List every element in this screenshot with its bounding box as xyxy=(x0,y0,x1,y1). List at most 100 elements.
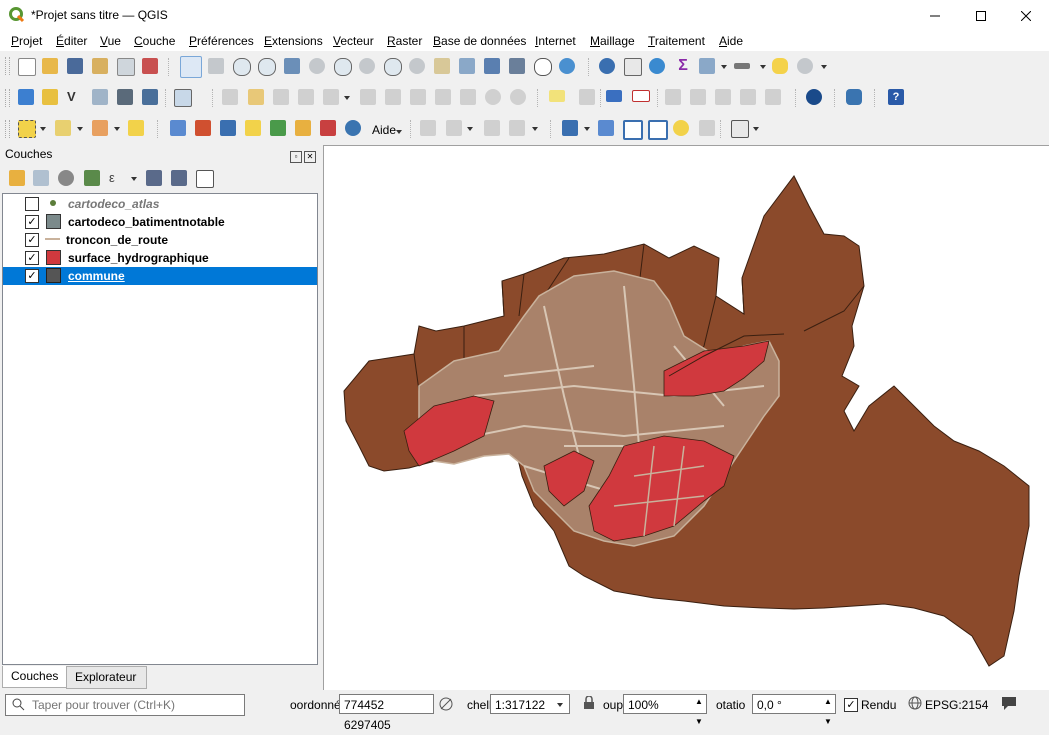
scale-combobox[interactable]: 1:317122 xyxy=(490,694,570,714)
modify-attributes-icon[interactable] xyxy=(360,89,376,105)
processing-toolbox-icon[interactable] xyxy=(649,58,665,74)
chevron-down-icon[interactable] xyxy=(821,65,827,69)
close-panel-icon[interactable]: ✕ xyxy=(304,151,316,163)
chevron-down-icon[interactable] xyxy=(131,177,137,181)
expand-all-icon[interactable] xyxy=(146,170,162,186)
new-bookmark-icon[interactable] xyxy=(484,58,500,74)
open-attribute-table-icon[interactable] xyxy=(624,58,642,76)
delete-selected-icon[interactable] xyxy=(385,89,401,105)
show-bookmarks-icon[interactable] xyxy=(509,58,525,74)
rotation-field[interactable]: 0,0 ° ▲ ▼ xyxy=(752,694,836,726)
add-delimited-text-icon[interactable] xyxy=(92,89,108,105)
split-features-icon[interactable] xyxy=(484,120,500,136)
layer-item-surface-hydrographique[interactable]: ✓ surface_hydrographique xyxy=(3,249,317,267)
messages-icon[interactable] xyxy=(1000,695,1018,711)
style-manager-icon[interactable] xyxy=(142,58,158,74)
lock-icon[interactable] xyxy=(583,696,595,710)
zoom-full-icon[interactable] xyxy=(284,58,300,74)
layer-item-commune[interactable]: ✓ commune xyxy=(3,267,317,285)
remove-layer-icon[interactable] xyxy=(196,170,214,188)
layer-visibility-checkbox[interactable] xyxy=(25,197,39,211)
chevron-down-icon[interactable] xyxy=(344,96,350,100)
zoom-out-icon[interactable] xyxy=(258,58,276,76)
chevron-down-icon[interactable] xyxy=(396,130,402,134)
layer-labeling-icon[interactable] xyxy=(579,89,595,105)
select-by-location-icon[interactable] xyxy=(128,120,144,136)
minimize-button[interactable] xyxy=(912,0,958,31)
statistics-icon[interactable] xyxy=(195,120,211,136)
layer-item-cartodeco-atlas[interactable]: cartodeco_atlas xyxy=(3,195,317,213)
text-tool-icon[interactable] xyxy=(731,120,749,138)
chevron-down-icon[interactable] xyxy=(467,127,473,131)
zoom-last-icon[interactable] xyxy=(384,58,402,76)
maximize-button[interactable] xyxy=(958,0,1004,31)
filter-legend-icon[interactable] xyxy=(84,170,100,186)
map-tips-icon[interactable] xyxy=(772,58,788,74)
chevron-down-icon[interactable] xyxy=(557,703,563,707)
chevron-down-icon[interactable] xyxy=(584,127,590,131)
add-virtual-layer-icon[interactable] xyxy=(174,89,192,107)
zoom-to-layer-icon[interactable] xyxy=(334,58,352,76)
add-vector-layer-icon[interactable]: V xyxy=(67,89,83,105)
show-hide-labels-icon[interactable] xyxy=(740,89,756,105)
menu-raster[interactable]: Raster xyxy=(387,34,422,48)
menu-editer[interactable]: Éditer xyxy=(56,34,87,48)
menu-projet[interactable]: Projet xyxy=(11,34,42,48)
chevron-down-icon[interactable] xyxy=(721,65,727,69)
deselect-features-icon[interactable] xyxy=(92,120,108,136)
redo-icon[interactable] xyxy=(510,89,526,105)
float-panel-icon[interactable]: ▫ xyxy=(290,151,302,163)
new-layer-icon[interactable] xyxy=(42,89,58,105)
text-format-icon[interactable] xyxy=(562,120,578,136)
pan-to-selection-icon[interactable] xyxy=(208,58,224,74)
text-annotation-icon[interactable] xyxy=(245,120,261,136)
form-annotation-icon[interactable] xyxy=(270,120,286,136)
globe-icon[interactable] xyxy=(806,89,822,105)
move-diagram-icon[interactable] xyxy=(765,89,781,105)
map-canvas[interactable] xyxy=(323,145,1049,691)
undo-icon[interactable] xyxy=(485,89,501,105)
spin-arrows-icon[interactable]: ▲ ▼ xyxy=(824,692,832,732)
refresh-icon[interactable] xyxy=(559,58,575,74)
zoom-to-selection-icon[interactable] xyxy=(309,58,325,74)
highlight-labels-icon[interactable] xyxy=(632,90,650,102)
star-icon[interactable] xyxy=(673,120,689,136)
menu-aide[interactable]: Aide xyxy=(719,34,743,48)
coordinate-field[interactable]: 774452 6297405 xyxy=(339,694,434,732)
zoom-next-icon[interactable] xyxy=(409,58,425,74)
menu-vecteur[interactable]: Vecteur xyxy=(333,34,374,48)
menu-internet[interactable]: Internet xyxy=(535,34,576,48)
zoom-in-icon[interactable] xyxy=(233,58,251,76)
change-label-icon[interactable] xyxy=(715,89,731,105)
chevron-down-icon[interactable] xyxy=(753,127,759,131)
layer-visibility-checkbox[interactable]: ✓ xyxy=(25,215,39,229)
new-project-icon[interactable] xyxy=(18,58,36,76)
style-panel-icon[interactable] xyxy=(9,170,25,186)
python-console-icon[interactable] xyxy=(846,89,862,105)
render-checkbox[interactable]: ✓ xyxy=(844,698,858,712)
data-source-manager-icon[interactable] xyxy=(18,89,34,105)
close-button[interactable] xyxy=(1003,0,1049,31)
digitize-icon[interactable] xyxy=(420,120,436,136)
label-tool-icon[interactable] xyxy=(549,90,565,102)
toolbar-grip[interactable] xyxy=(5,57,10,75)
add-feature-icon[interactable] xyxy=(298,89,314,105)
temporal-controller-icon[interactable] xyxy=(534,58,552,76)
svg-annotation-icon[interactable] xyxy=(320,120,336,136)
open-project-icon[interactable] xyxy=(42,58,58,74)
download-icon[interactable] xyxy=(345,120,361,136)
layer-item-troncon-de-route[interactable]: ✓ troncon_de_route xyxy=(3,231,317,249)
tab-explorateur[interactable]: Explorateur xyxy=(66,666,147,689)
pin-labels-icon[interactable] xyxy=(606,90,622,102)
menu-traitement[interactable]: Traitement xyxy=(648,34,705,48)
rotate-label-icon[interactable] xyxy=(690,89,706,105)
toolbar-grip[interactable] xyxy=(5,89,10,107)
toolbar-grip[interactable] xyxy=(5,120,10,138)
crs-button[interactable]: EPSG:2154 xyxy=(925,698,988,712)
chevron-down-icon[interactable] xyxy=(40,127,46,131)
menu-extensions[interactable]: Extensions xyxy=(264,34,323,48)
menu-preferences[interactable]: Préférences xyxy=(189,34,254,48)
field-calculator-icon[interactable] xyxy=(170,120,186,136)
magnifier-field[interactable]: 100% ▲ ▼ xyxy=(623,694,707,726)
collapse-all-icon[interactable] xyxy=(171,170,187,186)
